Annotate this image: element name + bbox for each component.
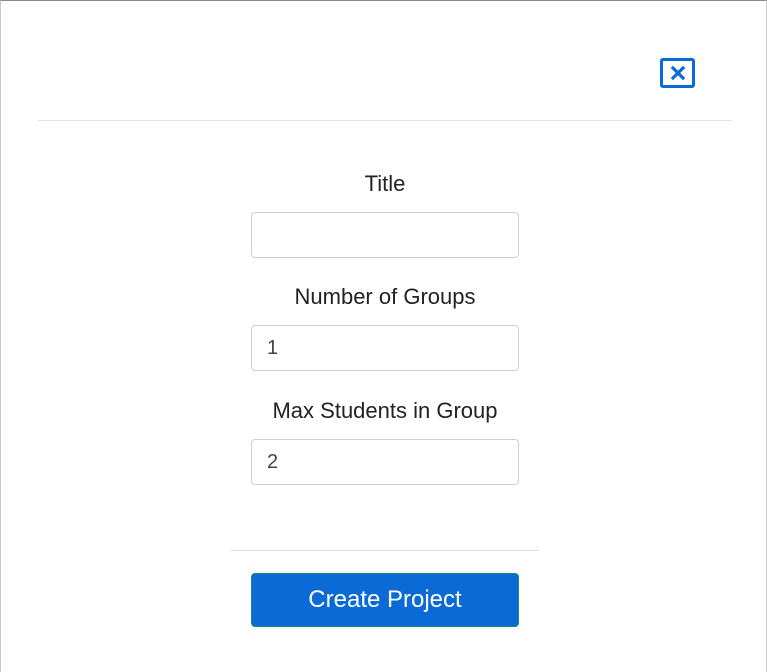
close-x-icon (670, 65, 685, 81)
close-button[interactable] (660, 58, 695, 88)
number-of-groups-input[interactable] (251, 325, 519, 371)
create-project-button[interactable]: Create Project (251, 573, 519, 627)
create-project-modal: Title Number of Groups Max Students in G… (0, 0, 767, 672)
number-of-groups-label: Number of Groups (294, 284, 476, 309)
footer-divider (231, 550, 539, 551)
header-divider (38, 120, 732, 121)
title-input[interactable] (251, 212, 519, 258)
max-students-label: Max Students in Group (272, 398, 498, 423)
title-label: Title (364, 171, 406, 196)
max-students-input[interactable] (251, 439, 519, 485)
